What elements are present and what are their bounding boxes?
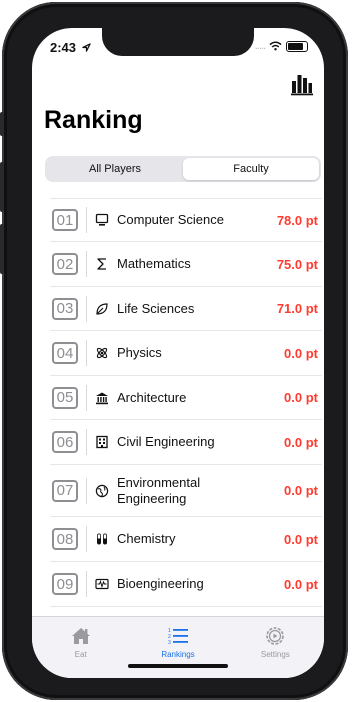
faculty-points: 0.0 pt [284, 345, 318, 361]
faculty-name: Life Sciences [117, 300, 195, 316]
ranking-row[interactable]: 09 Bioengineering 0.0 pt [50, 562, 322, 607]
faculty-name: Environmental Engineering [117, 474, 201, 506]
signal-dots: ..... [254, 40, 266, 52]
ranking-row[interactable]: 02 Mathematics 75.0 pt [50, 242, 322, 287]
rank-badge: 06 [52, 431, 78, 453]
svg-text:3: 3 [168, 640, 171, 646]
faculty-points: 78.0 pt [276, 212, 318, 228]
building-icon [96, 435, 108, 449]
ranking-row[interactable]: 07 Environmental Engineering 0.0 pt [50, 465, 322, 517]
row-divider [86, 571, 87, 597]
ranking-row[interactable]: 01 Computer Science 78.0 pt [50, 198, 322, 242]
tab-eat-label: Eat [74, 650, 87, 659]
volume-up-button [0, 162, 4, 212]
notch [102, 28, 254, 56]
home-indicator [128, 664, 228, 668]
page-title: Ranking [44, 106, 143, 134]
rank-badge: 04 [52, 342, 78, 364]
row-divider [86, 295, 87, 322]
faculty-name: Civil Engineering [117, 434, 215, 449]
row-divider [86, 251, 87, 277]
ranking-row[interactable]: 03 Life Sciences 71.0 pt [50, 287, 322, 331]
row-divider [86, 207, 87, 233]
faculty-points: 0.0 pt [284, 483, 318, 498]
atom-icon [96, 347, 108, 359]
tab-settings[interactable]: Settings [227, 617, 324, 678]
faculty-points: 71.0 pt [276, 301, 318, 316]
building-columns-icon [96, 392, 108, 404]
phone-frame: 2:43 ..... Ranking All Players Faculty 0… [0, 2, 348, 700]
rank-badge: 07 [52, 479, 78, 502]
volume-down-button [0, 224, 4, 274]
bar-chart-icon[interactable] [290, 72, 314, 96]
house-icon [71, 628, 90, 644]
waveform-icon [95, 578, 109, 590]
faculty-points: 0.0 pt [284, 531, 318, 547]
sigma-icon [97, 258, 106, 270]
battery-icon [286, 40, 308, 52]
row-divider [86, 340, 87, 366]
tab-rankings[interactable]: 1 2 3 Rankings [129, 617, 226, 678]
leaf-icon [96, 302, 108, 315]
tab-bar: Eat 1 2 3 Rankings Settings [32, 616, 324, 678]
faculty-points: 0.0 pt [284, 576, 318, 592]
row-divider [86, 384, 87, 411]
wifi-icon [269, 41, 282, 51]
faculty-name: Chemistry [117, 531, 176, 546]
segment-faculty[interactable]: Faculty [183, 158, 319, 180]
faculty-points: 0.0 pt [284, 434, 318, 450]
gear-icon [266, 627, 285, 645]
location-arrow-icon [81, 43, 91, 52]
row-divider [86, 526, 87, 552]
rank-badge: 03 [52, 297, 78, 320]
rank-badge: 08 [52, 528, 78, 550]
status-icons: ..... [255, 40, 308, 52]
list-numbered-icon: 1 2 3 [168, 628, 188, 646]
segment-all-players[interactable]: All Players [47, 158, 183, 180]
faculty-name: Computer Science [117, 212, 224, 227]
ranking-row[interactable]: 05 Architecture 0.0 pt [50, 376, 322, 420]
computer-icon [95, 213, 109, 226]
rank-badge: 05 [52, 386, 78, 409]
test-tubes-icon [97, 533, 107, 545]
app-screen: 2:43 ..... Ranking All Players Faculty 0… [32, 28, 324, 678]
ranking-row[interactable]: 08 Chemistry 0.0 pt [50, 517, 322, 562]
status-time: 2:43 [50, 40, 91, 55]
globe-icon [95, 484, 109, 497]
rank-badge: 02 [52, 253, 78, 275]
row-divider [86, 429, 87, 455]
tab-eat[interactable]: Eat [32, 617, 129, 678]
segmented-control: All Players Faculty [45, 156, 321, 182]
row-divider [86, 477, 87, 504]
status-time-text: 2:43 [50, 40, 77, 55]
faculty-name: Bioengineering [117, 576, 204, 591]
ranking-list: 01 Computer Science 78.0 pt 02 Mathemati… [50, 198, 322, 607]
mute-switch [0, 112, 4, 136]
tab-settings-label: Settings [260, 650, 290, 659]
faculty-points: 75.0 pt [276, 256, 318, 272]
tab-rankings-label: Rankings [161, 650, 195, 659]
faculty-points: 0.0 pt [284, 390, 318, 405]
faculty-name: Physics [117, 345, 162, 360]
faculty-name: Mathematics [117, 256, 191, 271]
rank-badge: 09 [52, 573, 78, 595]
faculty-name: Architecture [117, 389, 187, 405]
ranking-row[interactable]: 04 Physics 0.0 pt [50, 331, 322, 376]
ranking-row[interactable]: 06 Civil Engineering 0.0 pt [50, 420, 322, 465]
rank-badge: 01 [52, 209, 78, 231]
